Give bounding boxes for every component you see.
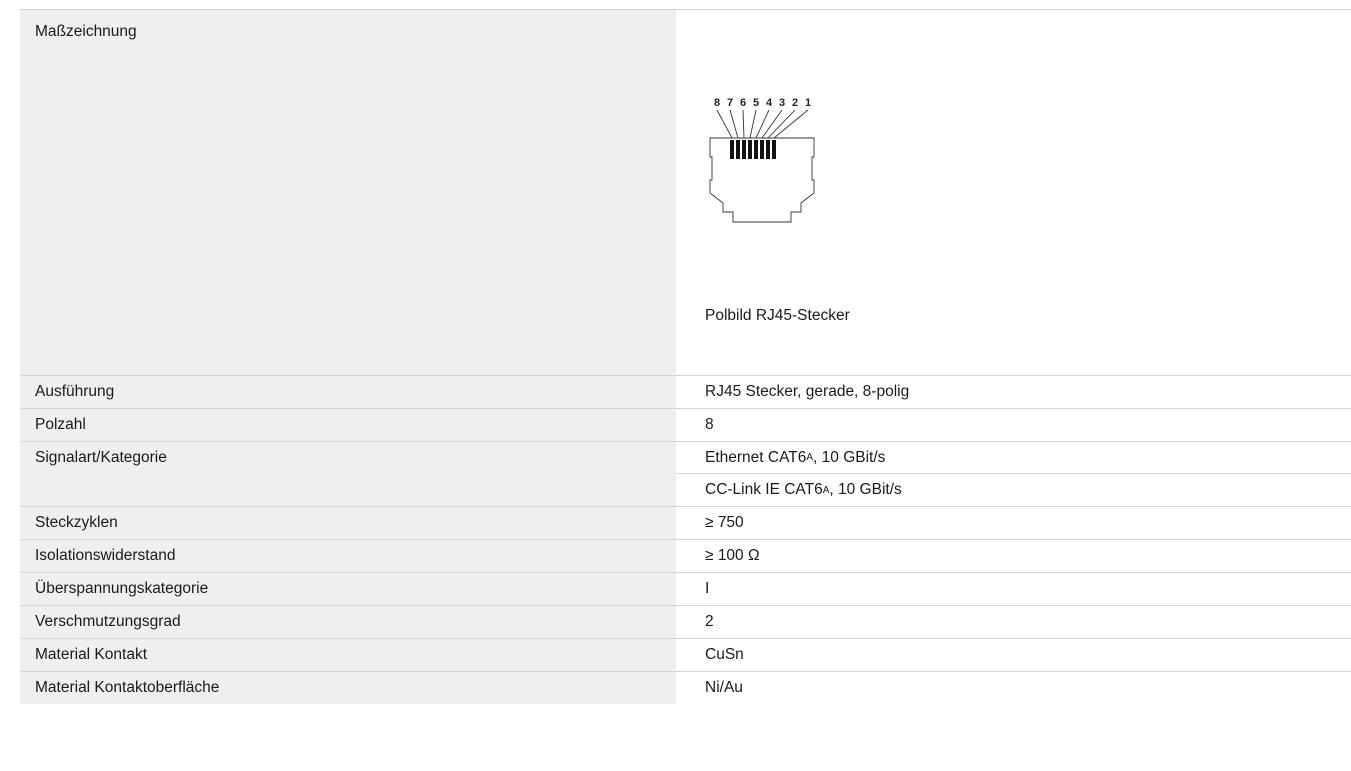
table-row: Material Kontaktoberfläche Ni/Au xyxy=(20,672,1351,704)
row-label: Material Kontaktoberfläche xyxy=(20,672,676,704)
row-label: Ausführung xyxy=(20,376,676,408)
pin-number-5: 5 xyxy=(753,97,759,109)
row-value: CC-Link IE CAT6 A, 10 GBit/s xyxy=(705,481,902,498)
row-value: 8 xyxy=(705,416,714,433)
row-label: Isolationswiderstand xyxy=(20,540,676,572)
table-row: Steckzyklen ≥ 750 xyxy=(20,507,1351,540)
row-value: ≥ 750 xyxy=(705,514,744,531)
drawing-cell: 8 7 6 5 4 3 2 1 Polbild RJ45-Stecker xyxy=(676,10,1351,375)
table-row: Material Kontakt CuSn xyxy=(20,639,1351,672)
table-row: Überspannungskategorie I xyxy=(20,573,1351,606)
drawing-label: Maßzeichnung xyxy=(20,10,676,375)
row-label: Überspannungskategorie xyxy=(20,573,676,605)
pin-number-2: 2 xyxy=(792,97,798,109)
table-row: Ausführung RJ45 Stecker, gerade, 8-polig xyxy=(20,376,1351,409)
row-value: Ethernet CAT6 A, 10 GBit/s xyxy=(676,442,1351,474)
row-value: I xyxy=(705,580,710,597)
row-value: 2 xyxy=(705,613,714,630)
spec-table: Maßzeichnung 8 7 6 5 4 3 2 1 Polbild RJ4… xyxy=(20,9,1351,704)
row-label: Steckzyklen xyxy=(20,507,676,539)
pin-number-7: 7 xyxy=(727,97,733,109)
row-value: Ni/Au xyxy=(705,679,743,696)
drawing-caption: Polbild RJ45-Stecker xyxy=(705,307,850,324)
rj45-pinout-drawing: 8 7 6 5 4 3 2 1 xyxy=(709,97,815,223)
row-label: Verschmutzungsgrad xyxy=(20,606,676,638)
pin-number-1: 1 xyxy=(805,97,811,109)
row-value: CuSn xyxy=(705,646,744,663)
table-row: Verschmutzungsgrad 2 xyxy=(20,606,1351,639)
pin-number-4: 4 xyxy=(766,97,773,109)
row-values: Ethernet CAT6 A, 10 GBit/s CC-Link IE CAT… xyxy=(676,442,1351,506)
row-label: Signalart/Kategorie xyxy=(20,442,676,506)
row-value: ≥ 100 Ω xyxy=(705,547,760,564)
row-label: Polzahl xyxy=(20,409,676,441)
table-row: Signalart/Kategorie Ethernet CAT6 A, 10 G… xyxy=(20,442,1351,507)
table-row: Polzahl 8 xyxy=(20,409,1351,442)
drawing-row: Maßzeichnung 8 7 6 5 4 3 2 1 Polbild RJ4… xyxy=(20,10,1351,376)
pin-number-6: 6 xyxy=(740,97,746,109)
row-value: RJ45 Stecker, gerade, 8-polig xyxy=(705,383,910,400)
pin-number-8: 8 xyxy=(714,97,720,109)
pin-number-3: 3 xyxy=(779,97,785,109)
row-label: Material Kontakt xyxy=(20,639,676,671)
table-row: Isolationswiderstand ≥ 100 Ω xyxy=(20,540,1351,573)
